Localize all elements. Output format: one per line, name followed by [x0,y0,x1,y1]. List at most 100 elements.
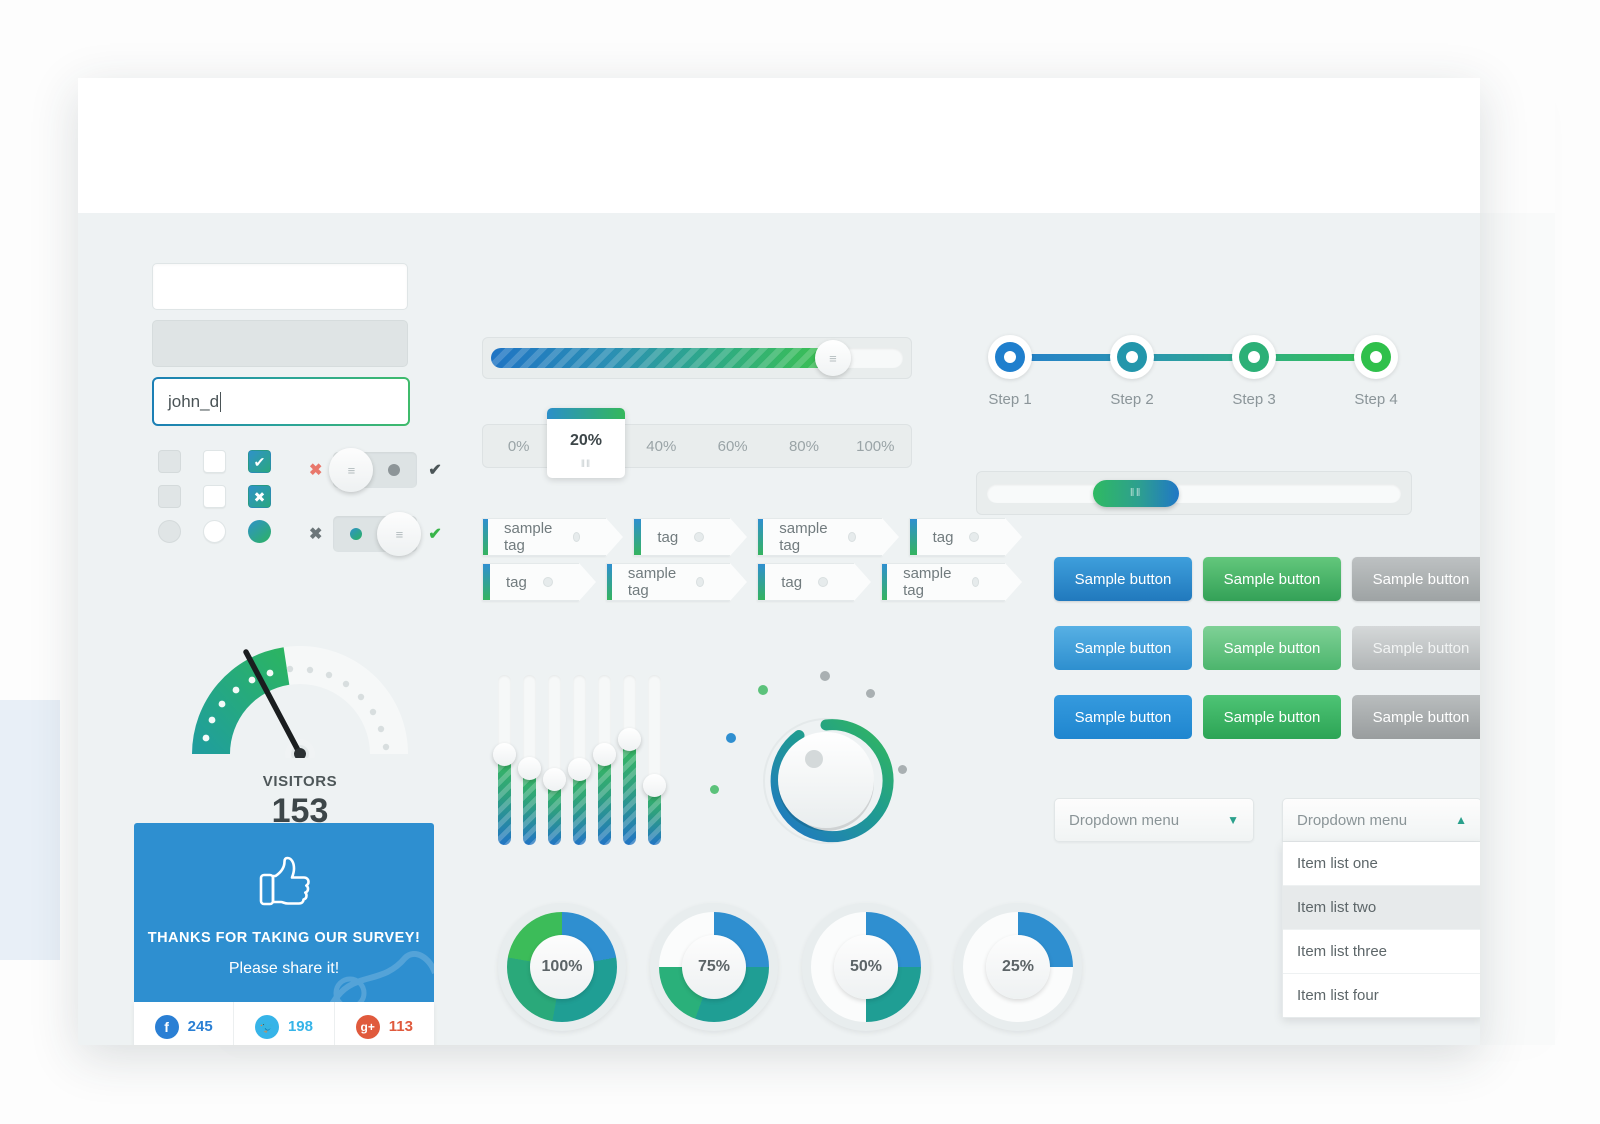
vertical-slider-knob[interactable] [568,758,591,782]
checkbox-unchecked[interactable] [203,450,226,473]
toggle-knob-2[interactable]: ≡ [377,512,422,556]
dropdown-closed[interactable]: Dropdown menu ▼ [1054,798,1254,842]
dropdown-open-trigger[interactable]: Dropdown menu ▲ [1282,798,1480,842]
sample-button-gray[interactable]: Sample button [1352,557,1480,601]
checkbox-crossed[interactable]: ✖ [248,485,271,508]
vertical-slider-knob[interactable] [518,756,541,780]
checkbox-checked[interactable]: ✔ [248,450,271,473]
tag-item[interactable]: tag [633,518,750,556]
radio-unselected[interactable] [203,520,226,543]
button-grid: Sample button Sample button Sample butto… [1054,557,1480,739]
donut-chart-group: 100% 75% 50% 25% [498,903,1082,1031]
knob-svg[interactable] [756,711,896,851]
percent-tick-2[interactable]: 40% [626,438,697,455]
step-node-4[interactable] [1354,335,1398,379]
twitter-count: 198 [287,1018,313,1035]
percent-stepper-popup[interactable]: 20% ‖‖ [547,408,625,478]
sample-button-blue-active[interactable]: Sample button [1054,695,1192,739]
tag-hole [969,532,980,542]
gauge-svg [191,646,408,769]
vertical-slider-knob[interactable] [618,727,641,751]
vertical-slider-knob[interactable] [493,742,516,766]
tag-item[interactable]: sample tag [757,518,901,556]
step-node-3[interactable] [1232,335,1276,379]
tag-point [730,563,748,601]
percent-stepper-shell: 0% 40% 60% 80% 100% 20% ‖‖ [482,408,912,478]
knob-dot [820,671,830,681]
tag-item[interactable]: sample tag [605,563,750,601]
vertical-slider[interactable] [568,675,591,845]
sample-button-green-active[interactable]: Sample button [1203,695,1341,739]
sample-button-gray-disabled: Sample button [1352,626,1480,670]
tag-point [1005,563,1023,601]
cross-icon: ✖ [309,462,323,479]
radio-selected[interactable] [248,520,271,543]
tag-hole [694,532,705,542]
dropdown-item-2[interactable]: Item list two [1283,886,1480,930]
percent-tick-3[interactable]: 60% [697,438,768,455]
toggle-switch-on[interactable]: ≡ [333,512,422,556]
dropdown-item-1[interactable]: Item list one [1283,842,1480,886]
tag-label: tag [506,573,527,591]
text-input-default[interactable] [152,263,408,310]
survey-card: THANKS FOR TAKING OUR SURVEY! Please sha… [134,823,434,1045]
step-core-3 [1248,351,1260,363]
dropdown-item-3[interactable]: Item list three [1283,930,1480,974]
toggle-dot [388,464,401,476]
social-googleplus[interactable]: g+ 113 [335,1002,434,1045]
social-twitter[interactable]: 🐦 198 [234,1002,335,1045]
range-slider[interactable]: ‖‖ [976,471,1412,515]
sample-button-blue-hover[interactable]: Sample button [1054,626,1192,670]
donut-chart: 50% [802,903,930,1031]
controls-block: ✔ ✖ ✖ ≡ ✔ ✖ ≡ ✔ [158,448,442,556]
progress-bar[interactable]: ≡ [482,337,912,379]
tag-stripe [909,519,917,555]
percent-stepper[interactable]: 0% 40% 60% 80% 100% 20% ‖‖ [482,408,912,478]
dropdown-item-4[interactable]: Item list four [1283,974,1480,1017]
dropdown-open-label: Dropdown menu [1297,811,1408,829]
step-node-1[interactable] [988,335,1032,379]
text-input-disabled [152,320,408,367]
ui-kit-card: john_d ✔ ✖ ✖ ≡ ✔ ✖ ≡ ✔ VISITORS 153 THAN… [78,78,1480,1045]
sample-button-gray-active[interactable]: Sample button [1352,695,1480,739]
progress-bar-fill [491,348,833,368]
sample-button-green[interactable]: Sample button [1203,557,1341,601]
vertical-slider[interactable] [518,675,541,845]
toggle-knob[interactable]: ≡ [329,448,374,492]
tag-label: tag [657,528,679,546]
tag-item[interactable]: sample tag [482,518,626,556]
vertical-slider[interactable] [618,675,641,845]
vertical-slider-knob[interactable] [643,773,666,797]
donut-value: 75% [682,935,746,999]
vertical-slider-knob[interactable] [593,742,616,766]
tag-item[interactable]: tag [908,518,1025,556]
toggle-switch-off[interactable]: ≡ [329,448,418,492]
checkbox-unchecked-2[interactable] [203,485,226,508]
sample-button-green-hover[interactable]: Sample button [1203,626,1341,670]
progress-bar-handle[interactable]: ≡ [814,340,851,376]
survey-banner: THANKS FOR TAKING OUR SURVEY! Please sha… [134,823,434,1002]
facebook-count: 245 [187,1018,213,1035]
sample-button-blue[interactable]: Sample button [1054,557,1192,601]
percent-tick-5[interactable]: 100% [840,438,911,455]
tag-item[interactable]: sample tag [881,563,1025,601]
donut-value: 100% [530,935,594,999]
tag-hole [818,577,829,587]
vertical-slider-knob[interactable] [543,768,566,792]
tag-item[interactable]: tag [482,563,598,601]
vertical-slider[interactable] [593,675,616,845]
text-input-focused[interactable]: john_d [152,377,410,426]
percent-tick-4[interactable]: 80% [768,438,839,455]
vertical-slider[interactable] [643,675,666,845]
rotary-knob[interactable] [698,663,918,853]
step-label-1: Step 1 [988,391,1032,408]
vertical-slider[interactable] [543,675,566,845]
percent-tick-0[interactable]: 0% [483,438,554,455]
progress-bar-track[interactable]: ≡ [491,340,903,376]
vertical-slider[interactable] [493,675,516,845]
step-node-2[interactable] [1110,335,1154,379]
social-facebook[interactable]: f 245 [134,1002,235,1045]
tag-item[interactable]: tag [757,563,874,601]
range-slider-track[interactable]: ‖‖ [987,479,1401,507]
range-slider-thumb[interactable]: ‖‖ [1092,479,1179,507]
